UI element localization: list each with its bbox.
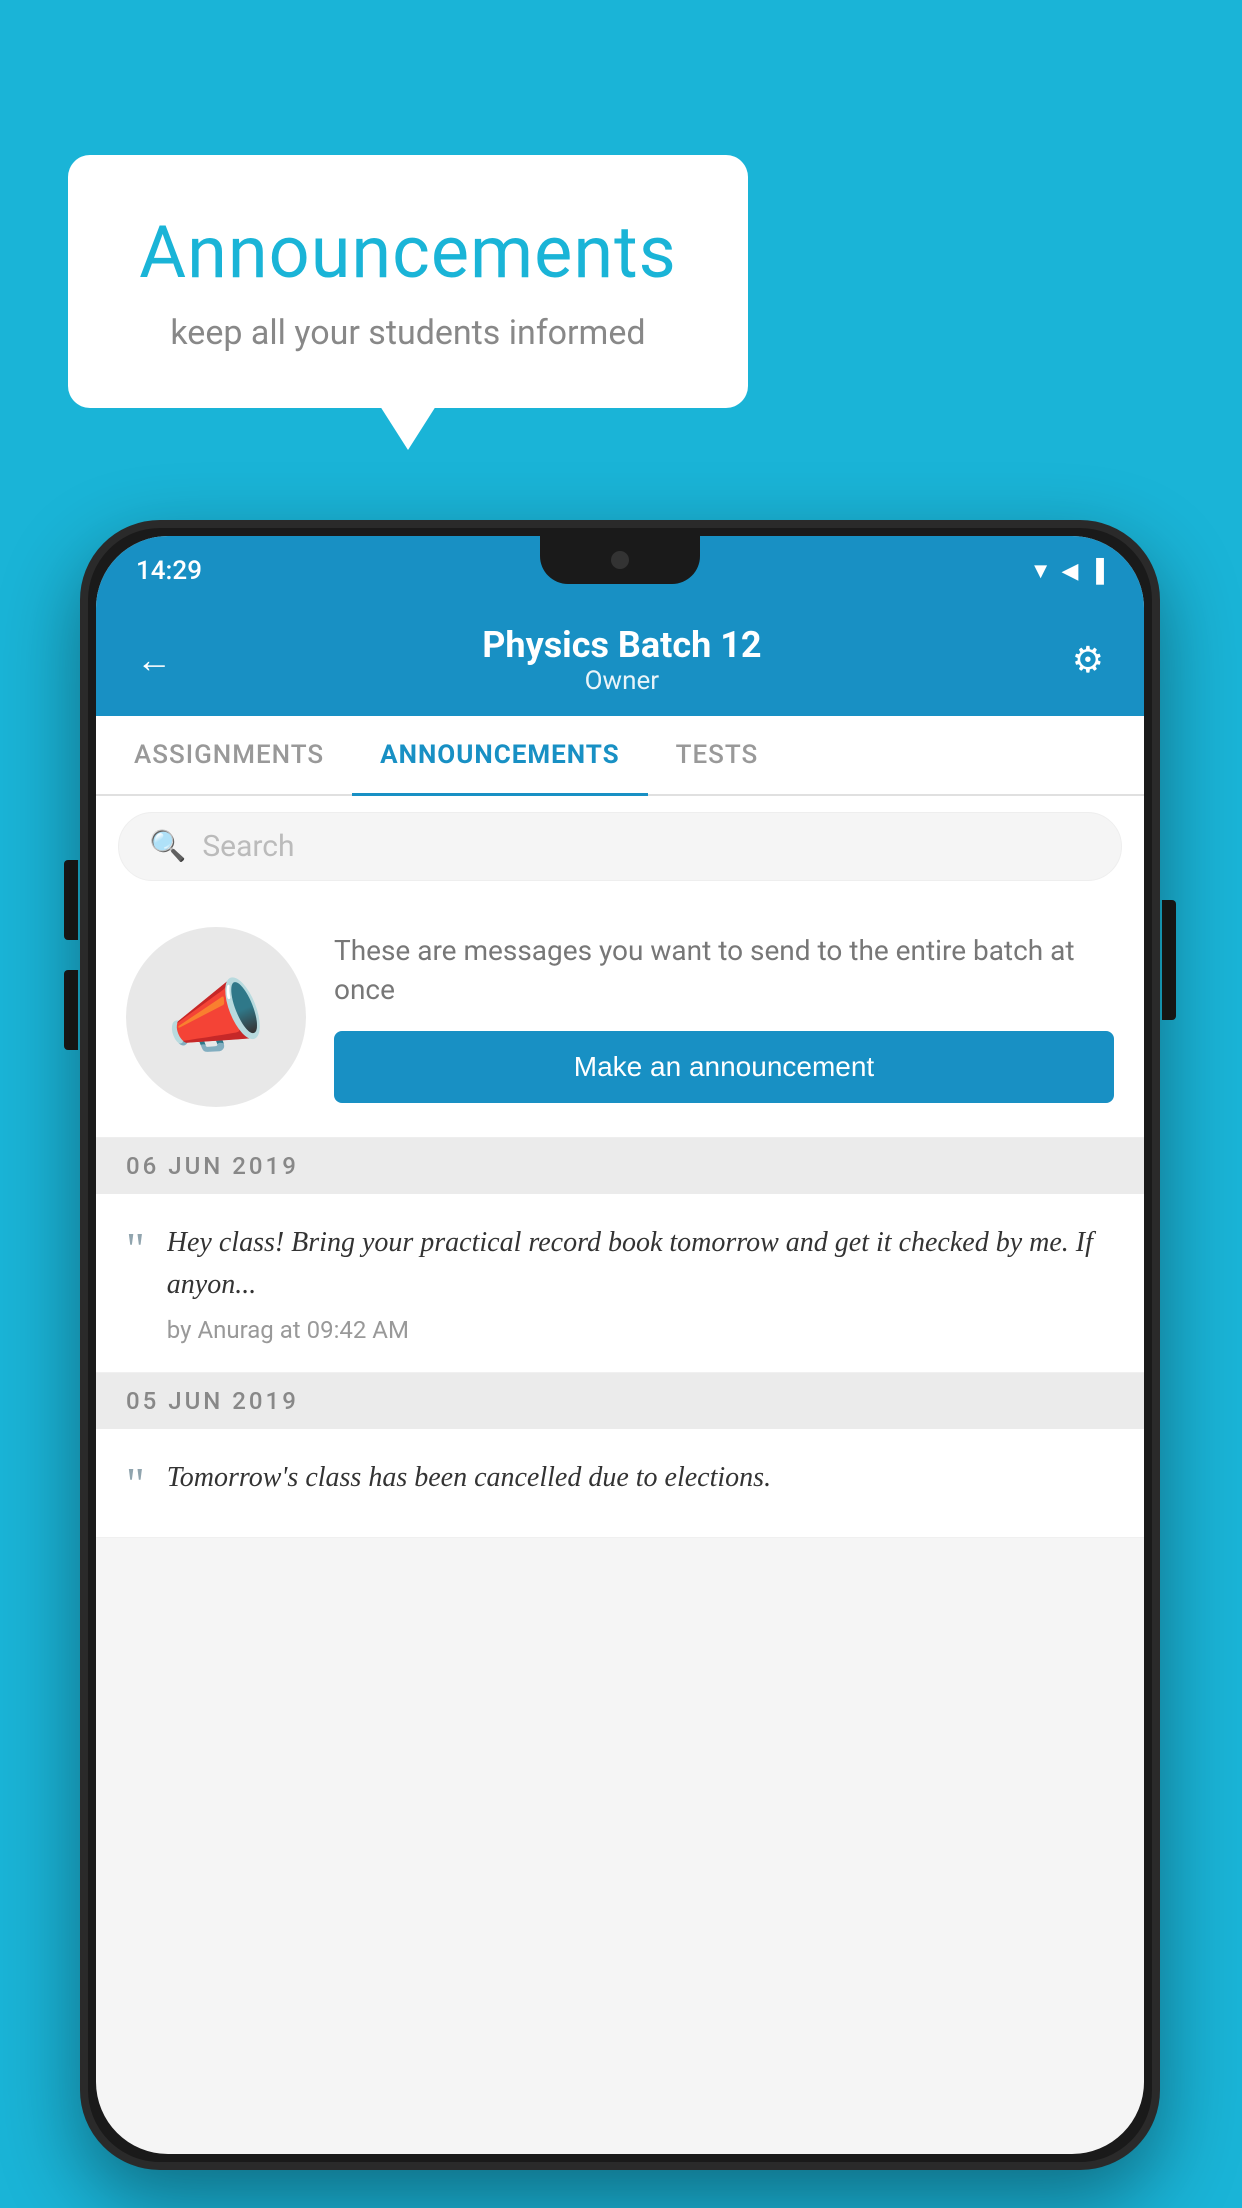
announcement-item-1[interactable]: " Hey class! Bring your practical record… — [96, 1194, 1144, 1373]
announcement-content-1: Hey class! Bring your practical record b… — [167, 1222, 1114, 1344]
settings-gear-icon[interactable]: ⚙ — [1072, 639, 1104, 681]
megaphone-icon: 📣 — [166, 970, 266, 1064]
power-button[interactable] — [1162, 900, 1176, 1020]
batch-title: Physics Batch 12 — [482, 624, 761, 666]
bubble-subtitle: keep all your students informed — [128, 313, 688, 353]
tabs-bar: ASSIGNMENTS ANNOUNCEMENTS TESTS — [96, 716, 1144, 796]
quote-icon-2: " — [126, 1461, 145, 1507]
notch — [540, 536, 700, 584]
announcement-text-1: Hey class! Bring your practical record b… — [167, 1222, 1114, 1306]
owner-label: Owner — [482, 666, 761, 696]
volume-down-button[interactable] — [64, 970, 78, 1050]
battery-icon: ▐ — [1088, 558, 1104, 584]
bubble-title: Announcements — [128, 210, 688, 295]
search-bar[interactable]: 🔍 Search — [118, 812, 1122, 881]
speech-bubble: Announcements keep all your students inf… — [68, 155, 748, 408]
megaphone-circle: 📣 — [126, 927, 306, 1107]
announcement-content-2: Tomorrow's class has been cancelled due … — [167, 1457, 1114, 1509]
date-separator-2: 05 JUN 2019 — [96, 1373, 1144, 1429]
signal-icon: ◀ — [1061, 559, 1078, 584]
phone-mockup: 14:29 ▼ ◀ ▐ ← Physics Batch 12 Owner ⚙ — [80, 520, 1160, 2170]
tab-announcements[interactable]: ANNOUNCEMENTS — [352, 716, 647, 794]
camera-dot — [611, 551, 629, 569]
header-center: Physics Batch 12 Owner — [482, 624, 761, 696]
date-separator-1: 06 JUN 2019 — [96, 1138, 1144, 1194]
app-header: ← Physics Batch 12 Owner ⚙ — [96, 606, 1144, 716]
phone-screen: 14:29 ▼ ◀ ▐ ← Physics Batch 12 Owner ⚙ — [96, 536, 1144, 2154]
tab-assignments[interactable]: ASSIGNMENTS — [106, 716, 352, 794]
promo-right: These are messages you want to send to t… — [334, 931, 1114, 1103]
search-icon: 🔍 — [149, 829, 186, 864]
phone-frame: 14:29 ▼ ◀ ▐ ← Physics Batch 12 Owner ⚙ — [80, 520, 1160, 2170]
status-time: 14:29 — [136, 556, 202, 586]
make-announcement-button[interactable]: Make an announcement — [334, 1031, 1114, 1103]
promo-section: 📣 These are messages you want to send to… — [96, 897, 1144, 1138]
wifi-icon: ▼ — [1030, 558, 1052, 584]
search-container: 🔍 Search — [96, 796, 1144, 897]
back-button[interactable]: ← — [136, 639, 172, 681]
status-bar: 14:29 ▼ ◀ ▐ — [96, 536, 1144, 606]
volume-up-button[interactable] — [64, 860, 78, 940]
quote-icon-1: " — [126, 1226, 145, 1272]
announcement-text-2: Tomorrow's class has been cancelled due … — [167, 1457, 1114, 1499]
search-input[interactable]: Search — [202, 829, 294, 864]
announcement-item-2[interactable]: " Tomorrow's class has been cancelled du… — [96, 1429, 1144, 1538]
announcement-meta-1: by Anurag at 09:42 AM — [167, 1316, 1114, 1344]
promo-description: These are messages you want to send to t… — [334, 931, 1114, 1009]
tab-tests[interactable]: TESTS — [648, 716, 787, 794]
status-icons: ▼ ◀ ▐ — [1030, 558, 1104, 584]
